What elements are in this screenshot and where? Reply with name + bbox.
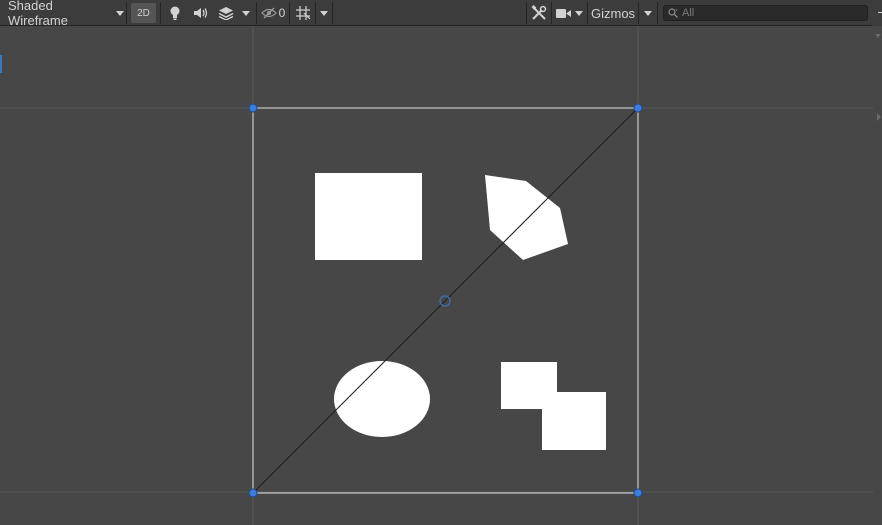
speaker-icon — [194, 8, 208, 18]
lightbulb-icon — [170, 6, 180, 20]
grid-snap-icon — [296, 6, 311, 20]
white-polygon-sprite[interactable] — [485, 175, 568, 260]
chevron-down-icon — [875, 34, 881, 38]
effects-dropdown-button[interactable] — [238, 3, 254, 23]
draw-mode-dropdown[interactable]: Shaded Wireframe — [4, 0, 124, 28]
corner-handle-bottom-left[interactable] — [248, 488, 258, 498]
effects-toggle-button[interactable] — [215, 3, 237, 23]
effects-layers-icon — [218, 7, 234, 20]
gizmos-button[interactable]: Gizmos — [589, 3, 637, 23]
toggle-2d-label: 2D — [137, 7, 150, 19]
scene-search-field[interactable] — [663, 5, 868, 21]
draw-mode-label: Shaded Wireframe — [8, 0, 68, 28]
toolbar-divider — [657, 2, 658, 24]
corner-handle-top-left[interactable] — [248, 103, 258, 113]
corner-handle-bottom-right[interactable] — [633, 488, 643, 498]
toolbar-divider — [587, 2, 588, 24]
toolbar-divider — [126, 2, 127, 24]
camera-icon — [555, 8, 571, 18]
gizmos-label: Gizmos — [591, 5, 636, 21]
chevron-down-icon — [116, 10, 124, 16]
toggle-2d-button[interactable]: 2D — [131, 3, 156, 23]
lighting-toggle-button[interactable] — [163, 3, 187, 23]
hidden-count: 0 — [278, 6, 286, 20]
scene-canvas — [0, 26, 873, 525]
toolbar-divider — [160, 2, 161, 24]
panel-arrows — [875, 34, 881, 121]
toolbar-divider — [638, 2, 639, 24]
toolbar-divider — [526, 2, 527, 24]
chevron-down-icon — [242, 10, 250, 16]
chevron-down-icon — [574, 10, 583, 16]
toolbar-divider — [256, 2, 257, 24]
search-icon — [668, 8, 678, 18]
grid-dropdown-button[interactable] — [316, 3, 332, 23]
camera-settings-button[interactable] — [553, 3, 585, 23]
white-circle-sprite[interactable] — [334, 361, 430, 437]
chevron-down-icon — [644, 10, 652, 16]
toolbar-divider — [332, 2, 333, 24]
toolbar-overflow — [872, 0, 882, 26]
white-square-sprite[interactable] — [315, 173, 422, 260]
tools-button[interactable] — [528, 3, 550, 23]
chevron-right-icon — [877, 113, 881, 121]
audio-toggle-button[interactable] — [189, 3, 213, 23]
left-panel-accent — [0, 55, 2, 73]
right-panel-edge — [873, 26, 882, 525]
toolbar-divider — [289, 2, 290, 24]
eye-slash-icon — [260, 7, 277, 19]
scene-viewport[interactable] — [0, 26, 882, 525]
search-input[interactable] — [678, 7, 852, 19]
white-steps-sprite[interactable] — [501, 362, 606, 450]
scene-toolbar: Shaded Wireframe 2D 0 Gizmos All — [0, 0, 882, 28]
tools-icon — [531, 5, 547, 20]
chevron-down-icon — [320, 10, 328, 16]
grid-toggle-button[interactable] — [291, 3, 315, 23]
scene-visibility-button[interactable]: 0 — [258, 3, 288, 23]
corner-handle-top-right[interactable] — [633, 103, 643, 113]
toolbar-divider — [551, 2, 552, 24]
gizmos-dropdown-button[interactable] — [640, 3, 656, 23]
